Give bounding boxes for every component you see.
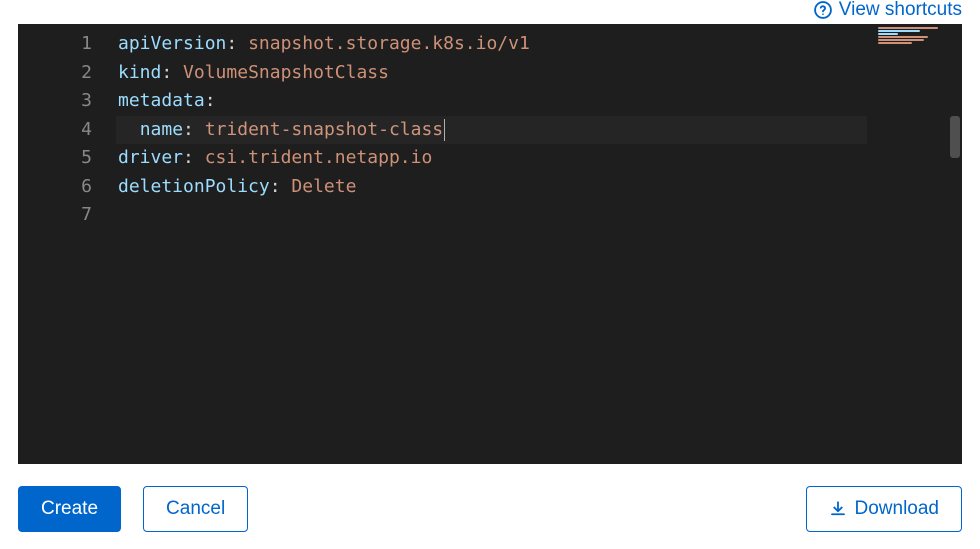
minimap-line [878, 39, 924, 41]
minimap-line [878, 42, 912, 44]
code-area[interactable]: apiVersion: snapshot.storage.k8s.io/v1ki… [116, 24, 873, 464]
minimap[interactable] [873, 24, 948, 464]
text-cursor [444, 119, 445, 141]
line-number: 7 [18, 201, 116, 230]
line-number: 1 [18, 30, 116, 59]
cancel-button[interactable]: Cancel [143, 486, 248, 532]
help-circle-icon [813, 0, 833, 20]
code-line[interactable]: kind: VolumeSnapshotClass [116, 59, 873, 88]
button-bar: Create Cancel Download [18, 486, 962, 532]
download-button[interactable]: Download [806, 486, 963, 532]
scrollbar-thumb[interactable] [950, 116, 960, 158]
code-line[interactable]: driver: csi.trident.netapp.io [116, 144, 873, 173]
line-number: 6 [18, 173, 116, 202]
line-number-gutter: 1234567 [18, 24, 116, 464]
code-line[interactable]: apiVersion: snapshot.storage.k8s.io/v1 [116, 30, 873, 59]
line-number: 5 [18, 144, 116, 173]
minimap-line [878, 27, 938, 29]
line-number: 3 [18, 87, 116, 116]
minimap-line [878, 30, 920, 32]
line-number: 2 [18, 59, 116, 88]
cancel-button-label: Cancel [166, 498, 225, 520]
view-shortcuts-label: View shortcuts [839, 0, 962, 21]
minimap-line [878, 36, 928, 38]
code-editor[interactable]: 1234567 apiVersion: snapshot.storage.k8s… [18, 24, 962, 464]
create-button[interactable]: Create [18, 486, 121, 532]
top-bar: View shortcuts [0, 0, 980, 24]
minimap-line [878, 33, 898, 35]
vertical-scrollbar[interactable] [948, 24, 962, 464]
code-line[interactable]: name: trident-snapshot-class [116, 116, 873, 145]
download-icon [829, 500, 847, 518]
download-button-label: Download [855, 498, 940, 520]
create-button-label: Create [41, 498, 98, 520]
code-line[interactable] [116, 201, 873, 230]
line-number: 4 [18, 116, 116, 145]
view-shortcuts-link[interactable]: View shortcuts [813, 0, 962, 21]
code-line[interactable]: deletionPolicy: Delete [116, 173, 873, 202]
code-line[interactable]: metadata: [116, 87, 873, 116]
